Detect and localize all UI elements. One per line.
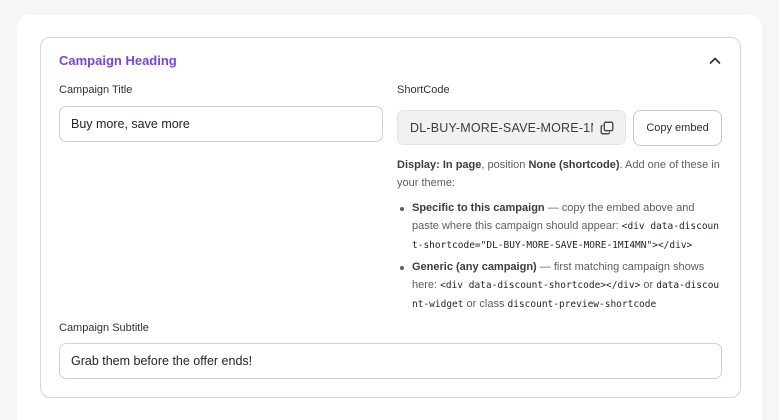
campaign-subtitle-input[interactable]: Grab them before the offer ends! bbox=[59, 343, 722, 379]
display-prefix: Display: bbox=[397, 159, 440, 171]
chevron-up-icon[interactable] bbox=[708, 54, 722, 68]
display-help-text: Display: In page, position None (shortco… bbox=[397, 156, 723, 192]
instruction-text: or class bbox=[463, 298, 508, 310]
campaign-title-input[interactable]: Buy more, save more bbox=[59, 106, 383, 142]
embed-instructions-list: Specific to this campaign — copy the emb… bbox=[397, 199, 723, 317]
instruction-title: Generic (any campaign) bbox=[412, 261, 537, 273]
shortcode-field: DL-BUY-MORE-SAVE-MORE-1MI4MN bbox=[397, 110, 626, 145]
display-position-value: None (shortcode) bbox=[528, 159, 620, 171]
display-placement: In page bbox=[442, 159, 482, 171]
instruction-text: or bbox=[640, 279, 657, 291]
campaign-title-value: Buy more, save more bbox=[71, 117, 190, 131]
instruction-code: <div data-discount-shortcode></div> bbox=[440, 280, 641, 291]
campaign-subtitle-label: Campaign Subtitle bbox=[59, 322, 149, 334]
section-heading: Campaign Heading bbox=[59, 53, 177, 68]
instruction-specific: Specific to this campaign — copy the emb… bbox=[397, 199, 723, 255]
display-position-text: , position bbox=[481, 159, 526, 171]
campaign-heading-section: Campaign Heading Campaign Title Buy more… bbox=[40, 37, 741, 398]
campaign-subtitle-value: Grab them before the offer ends! bbox=[71, 354, 253, 368]
instruction-title: Specific to this campaign bbox=[412, 202, 545, 214]
instruction-generic: Generic (any campaign) — first matching … bbox=[397, 258, 723, 314]
copy-embed-button[interactable]: Copy embed bbox=[633, 110, 722, 146]
instruction-code: discount-preview-shortcode bbox=[507, 299, 657, 310]
shortcode-label: ShortCode bbox=[397, 84, 450, 96]
campaign-title-label: Campaign Title bbox=[59, 84, 133, 96]
shortcode-value: DL-BUY-MORE-SAVE-MORE-1MI4MN bbox=[410, 120, 593, 135]
copy-icon[interactable] bbox=[600, 121, 614, 135]
